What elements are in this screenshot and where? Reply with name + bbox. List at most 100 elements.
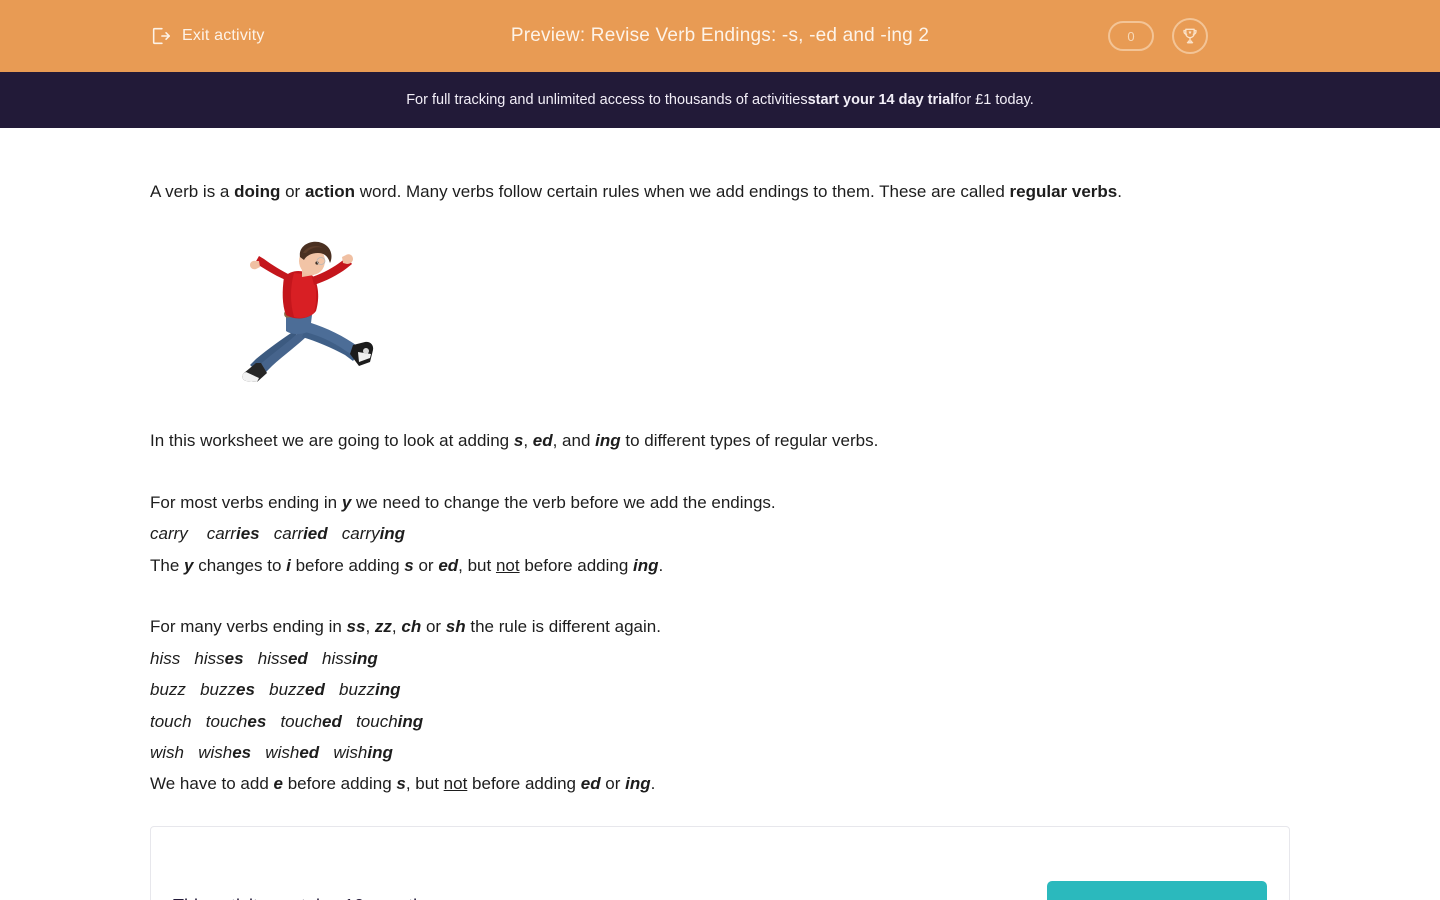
ry-ex-base: carry (150, 524, 188, 544)
verb-s-end: es (232, 742, 252, 762)
rh-c1: , (365, 617, 375, 637)
verb-ed-stem: wish (265, 742, 300, 762)
rhl-not: not (443, 774, 468, 794)
trophy-button[interactable] (1172, 18, 1208, 54)
ry3-b: changes to (193, 555, 287, 575)
verb-base: buzz (150, 680, 186, 700)
promo-banner[interactable]: For full tracking and unlimited access t… (0, 72, 1440, 128)
ry-b: we need to change the verb before we add… (351, 492, 776, 512)
ry3-e: , but (458, 555, 496, 575)
rule-y-examples: carry carries carried carrying (150, 518, 1290, 549)
verb-ed-end: ed (305, 680, 325, 700)
wi-ing: ing (595, 431, 621, 451)
top-bar: Exit activity Preview: Revise Verb Endin… (0, 0, 1440, 72)
worksheet-content: A verb is a doing or action word. Many v… (150, 128, 1290, 800)
exit-activity-icon (150, 25, 172, 47)
verb-s-stem: wish (198, 742, 233, 762)
promo-prefix: For full tracking and unlimited access t… (406, 92, 808, 108)
verb-base: hiss (150, 648, 181, 668)
intro-paragraph: A verb is a doing or action word. Many v… (150, 176, 1290, 207)
ry-ex-ed-end: ied (303, 524, 328, 544)
rh-c2: , (391, 617, 402, 637)
ry-a: For most verbs ending in (150, 492, 342, 512)
verb-row-hiss: hiss hisses hissed hissing (150, 643, 1290, 674)
rh-ch: ch (401, 617, 422, 637)
rhl-ing: ing (625, 774, 651, 794)
verb-ed-stem: buzz (269, 680, 306, 700)
rule-y-line-1: For most verbs ending in y we need to ch… (150, 487, 1290, 518)
wi-s: s (513, 431, 524, 451)
rh-sh: sh (445, 617, 466, 637)
ry3-f: before adding (519, 555, 634, 575)
rule-hiss-last-line: We have to add e before adding s, but no… (150, 768, 1290, 799)
verb-s-end: es (236, 680, 255, 700)
topbar-actions: 0 (1108, 18, 1208, 54)
rhl-d: before adding (467, 774, 581, 794)
intro-text-d: . (1117, 182, 1122, 201)
start-button[interactable]: Start (1047, 880, 1267, 900)
wi-b: , (523, 431, 533, 451)
ry-y: y (341, 492, 352, 512)
rh-a: For many verbs ending in (150, 617, 347, 637)
verb-s-end: es (224, 648, 244, 668)
intro-bold-action: action (304, 182, 355, 201)
ry-ex-ing-stem: carry (341, 524, 380, 544)
rh-ss: ss (346, 617, 366, 637)
rhl-c: , but (405, 774, 444, 794)
rhl-ed: ed (580, 774, 601, 794)
rhl-f: . (650, 774, 656, 794)
verb-s-end: es (247, 711, 267, 731)
verb-ing-stem: hiss (321, 648, 353, 668)
verb-row-touch: touch touches touched touching (150, 706, 1290, 737)
ry3-ed: ed (438, 555, 459, 575)
wi-c: , and (552, 431, 596, 451)
verb-ed-end: ed (322, 711, 342, 731)
intro-bold-regular-verbs: regular verbs (1009, 182, 1118, 201)
verb-ed-stem: touch (280, 711, 323, 731)
ry-ex-s-stem: carr (206, 524, 236, 544)
jumping-boy-image (220, 235, 400, 396)
verb-ed-stem: hiss (257, 648, 288, 668)
worksheet-intro-paragraph: In this worksheet we are going to look a… (150, 425, 1290, 456)
wi-d: to different types of regular verbs. (620, 431, 879, 451)
verb-ing-stem: touch (356, 711, 398, 731)
verb-ed-end: ed (287, 648, 308, 668)
ry-ex-s-end: ies (235, 524, 260, 544)
score-badge[interactable]: 0 (1108, 21, 1154, 51)
promo-suffix: for £1 today. (954, 92, 1034, 108)
ry3-d: or (413, 555, 439, 575)
rule-hiss-line-1: For many verbs ending in ss, zz, ch or s… (150, 611, 1290, 642)
wi-a: In this worksheet we are going to look a… (150, 431, 514, 451)
intro-text-c: word. Many verbs follow certain rules wh… (355, 182, 1010, 201)
exit-activity-label: Exit activity (182, 27, 265, 44)
rhl-s: s (396, 774, 406, 794)
intro-text-a: A verb is a (150, 182, 235, 201)
verb-ing-end: ing (367, 742, 393, 762)
verb-ed-end: ed (299, 742, 320, 762)
exit-activity-button[interactable]: Exit activity (150, 25, 265, 47)
verb-base: wish (150, 742, 185, 762)
verb-base: touch (150, 711, 192, 731)
verb-row-buzz: buzz buzzes buzzed buzzing (150, 674, 1290, 705)
ry3-c: before adding (290, 555, 405, 575)
rhl-e: e (273, 774, 283, 794)
trophy-icon (1180, 26, 1200, 46)
ry3-s: s (404, 555, 414, 575)
verb-ing-end: ing (374, 680, 401, 700)
verb-s-stem: hiss (194, 648, 225, 668)
rule-y-line-3: The y changes to i before adding s or ed… (150, 550, 1290, 581)
ry3-g: . (658, 555, 664, 575)
ry-ex-ing-end: ing (379, 524, 406, 544)
verb-ing-end: ing (397, 711, 424, 731)
rh-c3: or (421, 617, 446, 637)
intro-bold-doing: doing (234, 182, 281, 201)
score-value: 0 (1127, 28, 1135, 44)
rhl-e2: or (600, 774, 626, 794)
verb-s-stem: buzz (200, 680, 237, 700)
ry3-ing: ing (633, 555, 659, 575)
ry3-not: not (495, 555, 520, 575)
question-count-label: This activity contains 10 questions. (173, 896, 451, 900)
